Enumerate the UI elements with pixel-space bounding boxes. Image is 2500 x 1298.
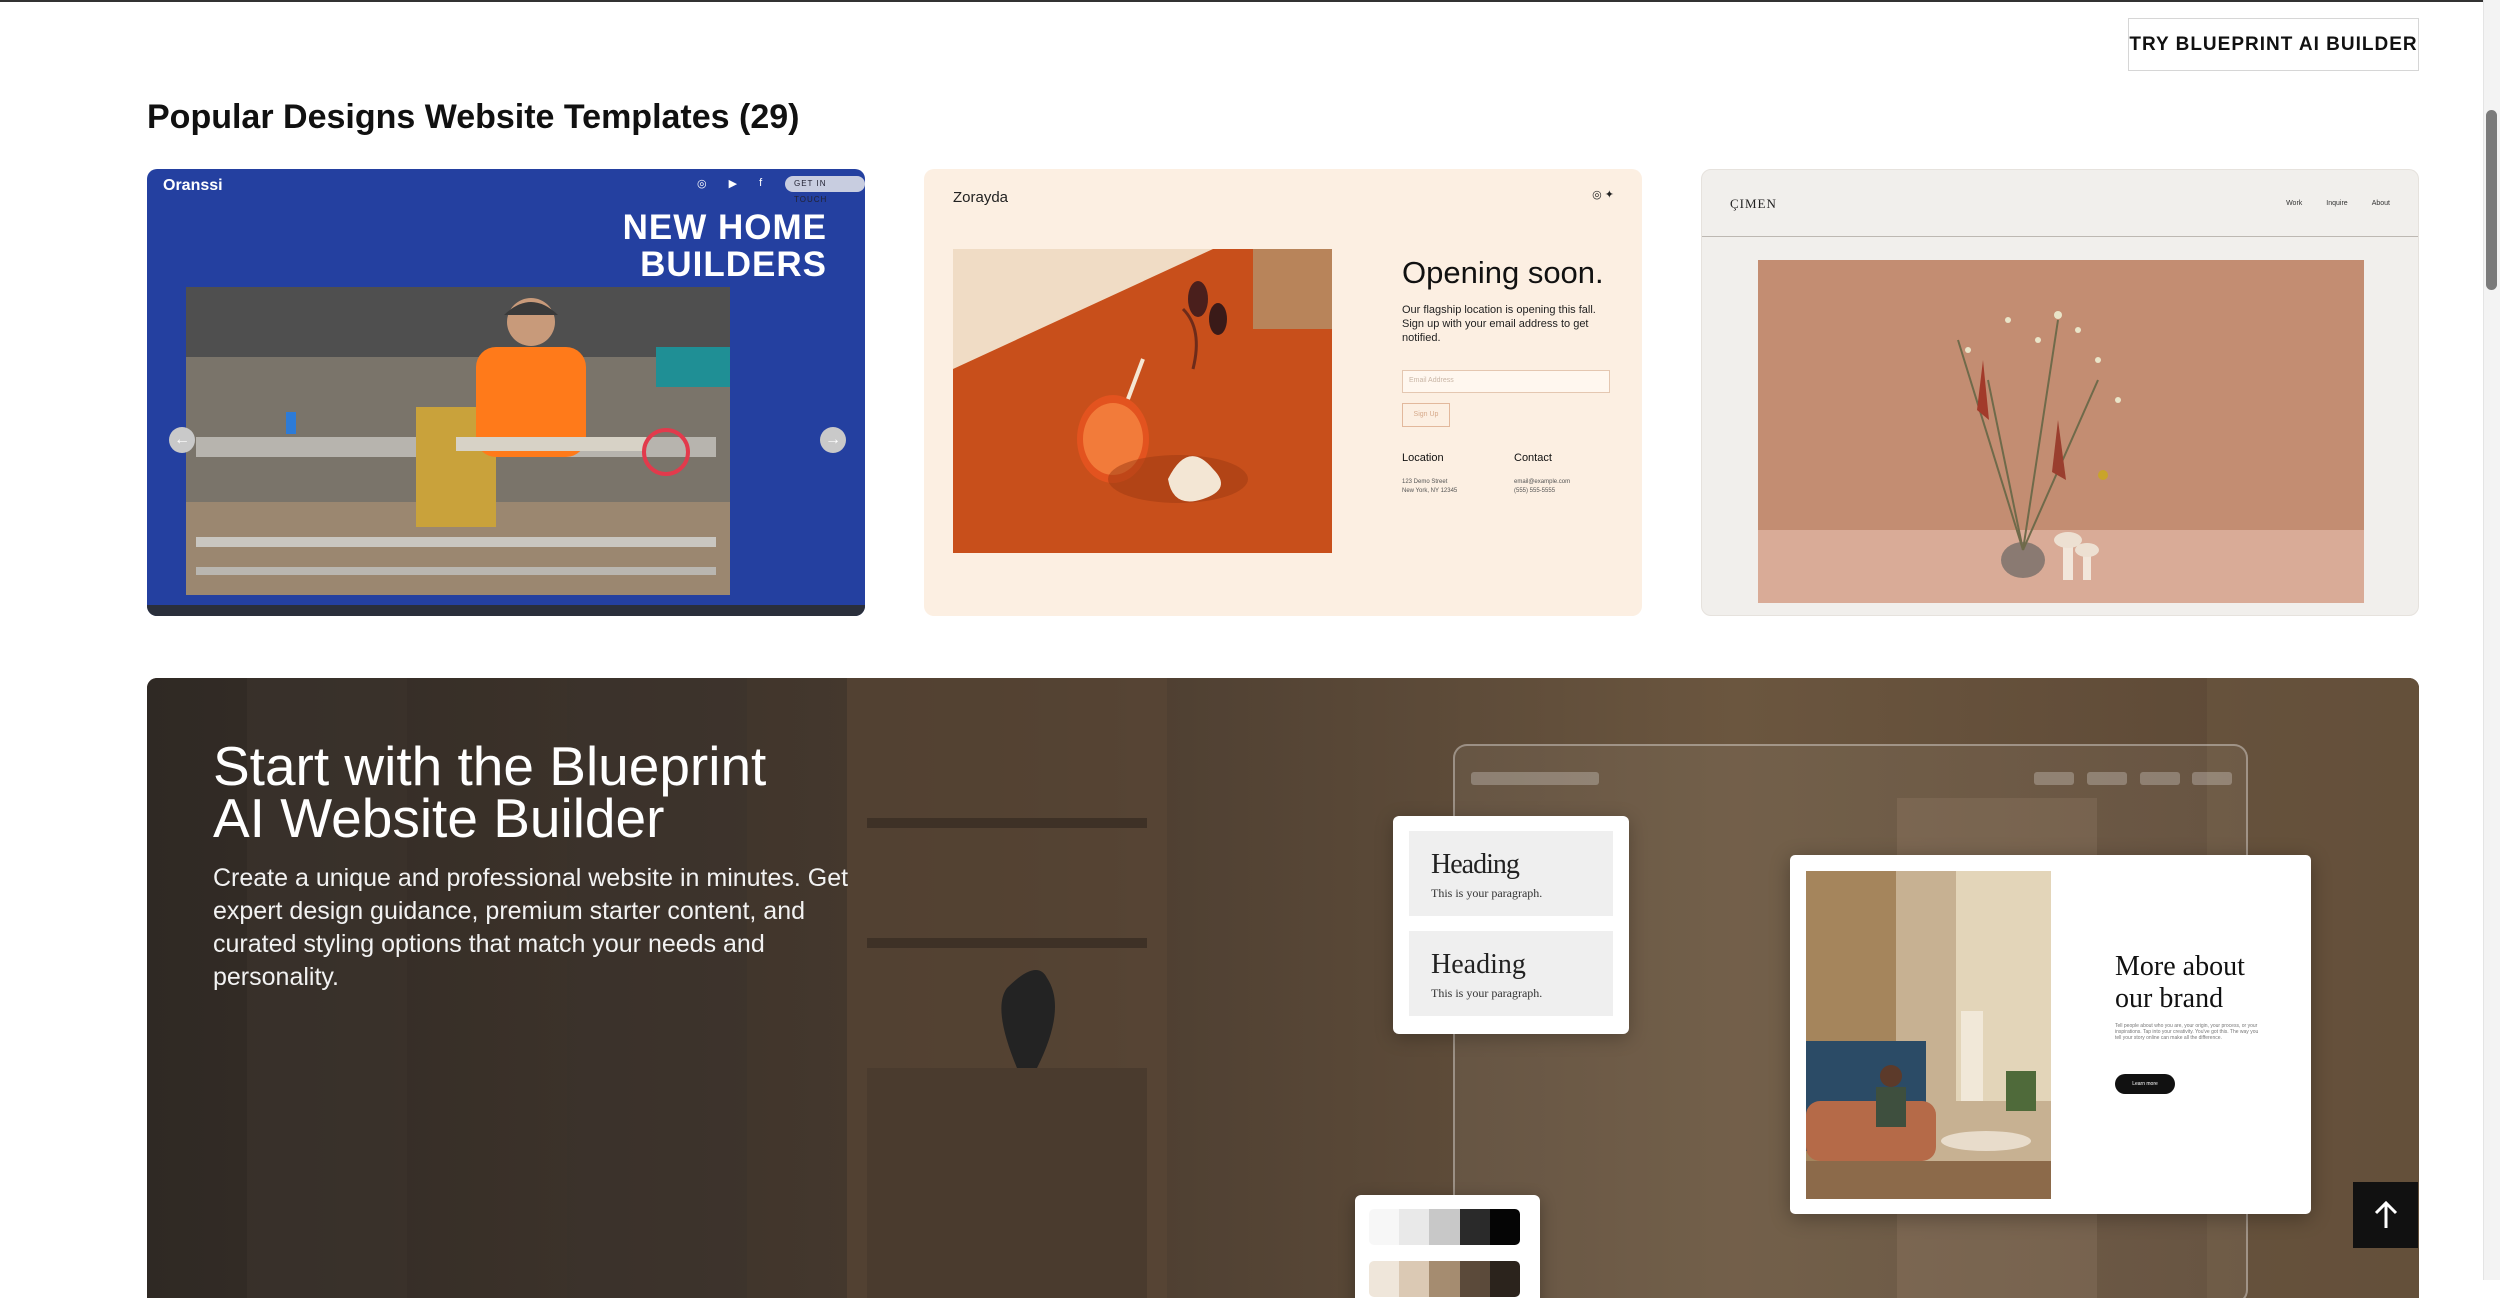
brand-text: Tell people about who you are, your orig…	[2115, 1023, 2259, 1041]
location-label: Location	[1402, 452, 1444, 464]
construction-worker-photo	[186, 287, 730, 595]
email-input: Email Address	[1402, 370, 1610, 393]
nav-item-about: About	[2371, 200, 2390, 207]
arrow-right-icon: →	[825, 431, 841, 448]
heading-option-1: Heading This is your paragraph.	[1409, 831, 1613, 916]
template-title: Opening soon.	[1402, 255, 1604, 290]
youtube-icon: ▶	[728, 178, 738, 190]
facebook-icon: f	[759, 177, 763, 189]
section-title: Popular Designs Website Templates (29)	[147, 98, 800, 136]
carousel-prev-button[interactable]: ←	[169, 427, 195, 453]
template-brand: ÇIMEN	[1730, 196, 1777, 211]
template-card-cimen[interactable]: ÇIMEN Work Inquire About	[1701, 169, 2419, 616]
location-line1: 123 Demo Street	[1402, 479, 1448, 485]
banner-description: Create a unique and professional website…	[213, 864, 849, 991]
nav-item-inquire: Inquire	[2326, 200, 2348, 207]
learn-more-button: Learn more	[2115, 1074, 2175, 1094]
template-description: Our flagship location is opening this fa…	[1402, 304, 1596, 344]
template-brand: Zorayda	[953, 189, 1009, 206]
brand-page-preview: More about our brand Tell people about w…	[1790, 855, 2311, 1214]
instagram-icon: ◎	[1592, 189, 1602, 201]
ai-builder-banner: Start with the Blueprint AI Website Buil…	[147, 678, 2419, 1298]
palette-row-2	[1369, 1261, 1520, 1297]
nav-item-work: Work	[2286, 200, 2303, 207]
template-card-oranssi[interactable]: Oranssi ◎ ▶ f GET IN TOUCH NEW HOME BUIL…	[147, 169, 865, 616]
banner-title: Start with the Blueprint AI Website Buil…	[213, 735, 767, 849]
interior-photo	[1806, 871, 2051, 1199]
location-line2: New York, NY 12345	[1402, 488, 1458, 494]
social-icons: ◎ ▶ f	[697, 177, 762, 190]
palette-row-1	[1369, 1209, 1520, 1245]
heading-option-2: Heading This is your paragraph.	[1409, 931, 1613, 1016]
scrollbar[interactable]	[2483, 0, 2500, 1280]
contact-line2: (555) 555-5555	[1514, 488, 1556, 494]
header-divider	[1702, 236, 2418, 237]
arrow-left-icon: ←	[174, 431, 190, 448]
scrollbar-thumb[interactable]	[2486, 110, 2497, 290]
get-in-touch-pill: GET IN TOUCH	[785, 176, 865, 204]
sign-up-button: Sign Up	[1402, 403, 1450, 427]
card-bottom-bar	[147, 605, 865, 616]
still-life-photo	[953, 249, 1332, 553]
template-card-zorayda[interactable]: Zorayda ◎ ✦ Opening soon. Our flagship l…	[924, 169, 1642, 616]
contact-line1: email@example.com	[1514, 479, 1571, 485]
try-blueprint-button[interactable]: TRY BLUEPRINT AI BUILDER	[2128, 18, 2419, 71]
scroll-to-top-button[interactable]	[2353, 1182, 2418, 1248]
template-headline: NEW HOME BUILDERS	[622, 208, 827, 284]
arrow-up-icon	[2374, 1200, 2397, 1228]
heading-style-card: Heading This is your paragraph. Heading …	[1393, 816, 1629, 1034]
top-border	[0, 0, 2483, 2]
contact-label: Contact	[1514, 452, 1552, 464]
template-brand: Oranssi	[163, 177, 223, 194]
flower-vase-photo	[1758, 260, 2364, 603]
carousel-next-button[interactable]: →	[820, 427, 846, 453]
social-icons: ◎ ✦	[1592, 188, 1614, 201]
template-nav: Work Inquire About	[2286, 200, 2390, 207]
instagram-icon: ◎	[697, 178, 707, 190]
color-palette-card	[1355, 1195, 1540, 1298]
brand-title: More about our brand	[2115, 951, 2245, 1014]
twitter-icon: ✦	[1604, 189, 1614, 201]
